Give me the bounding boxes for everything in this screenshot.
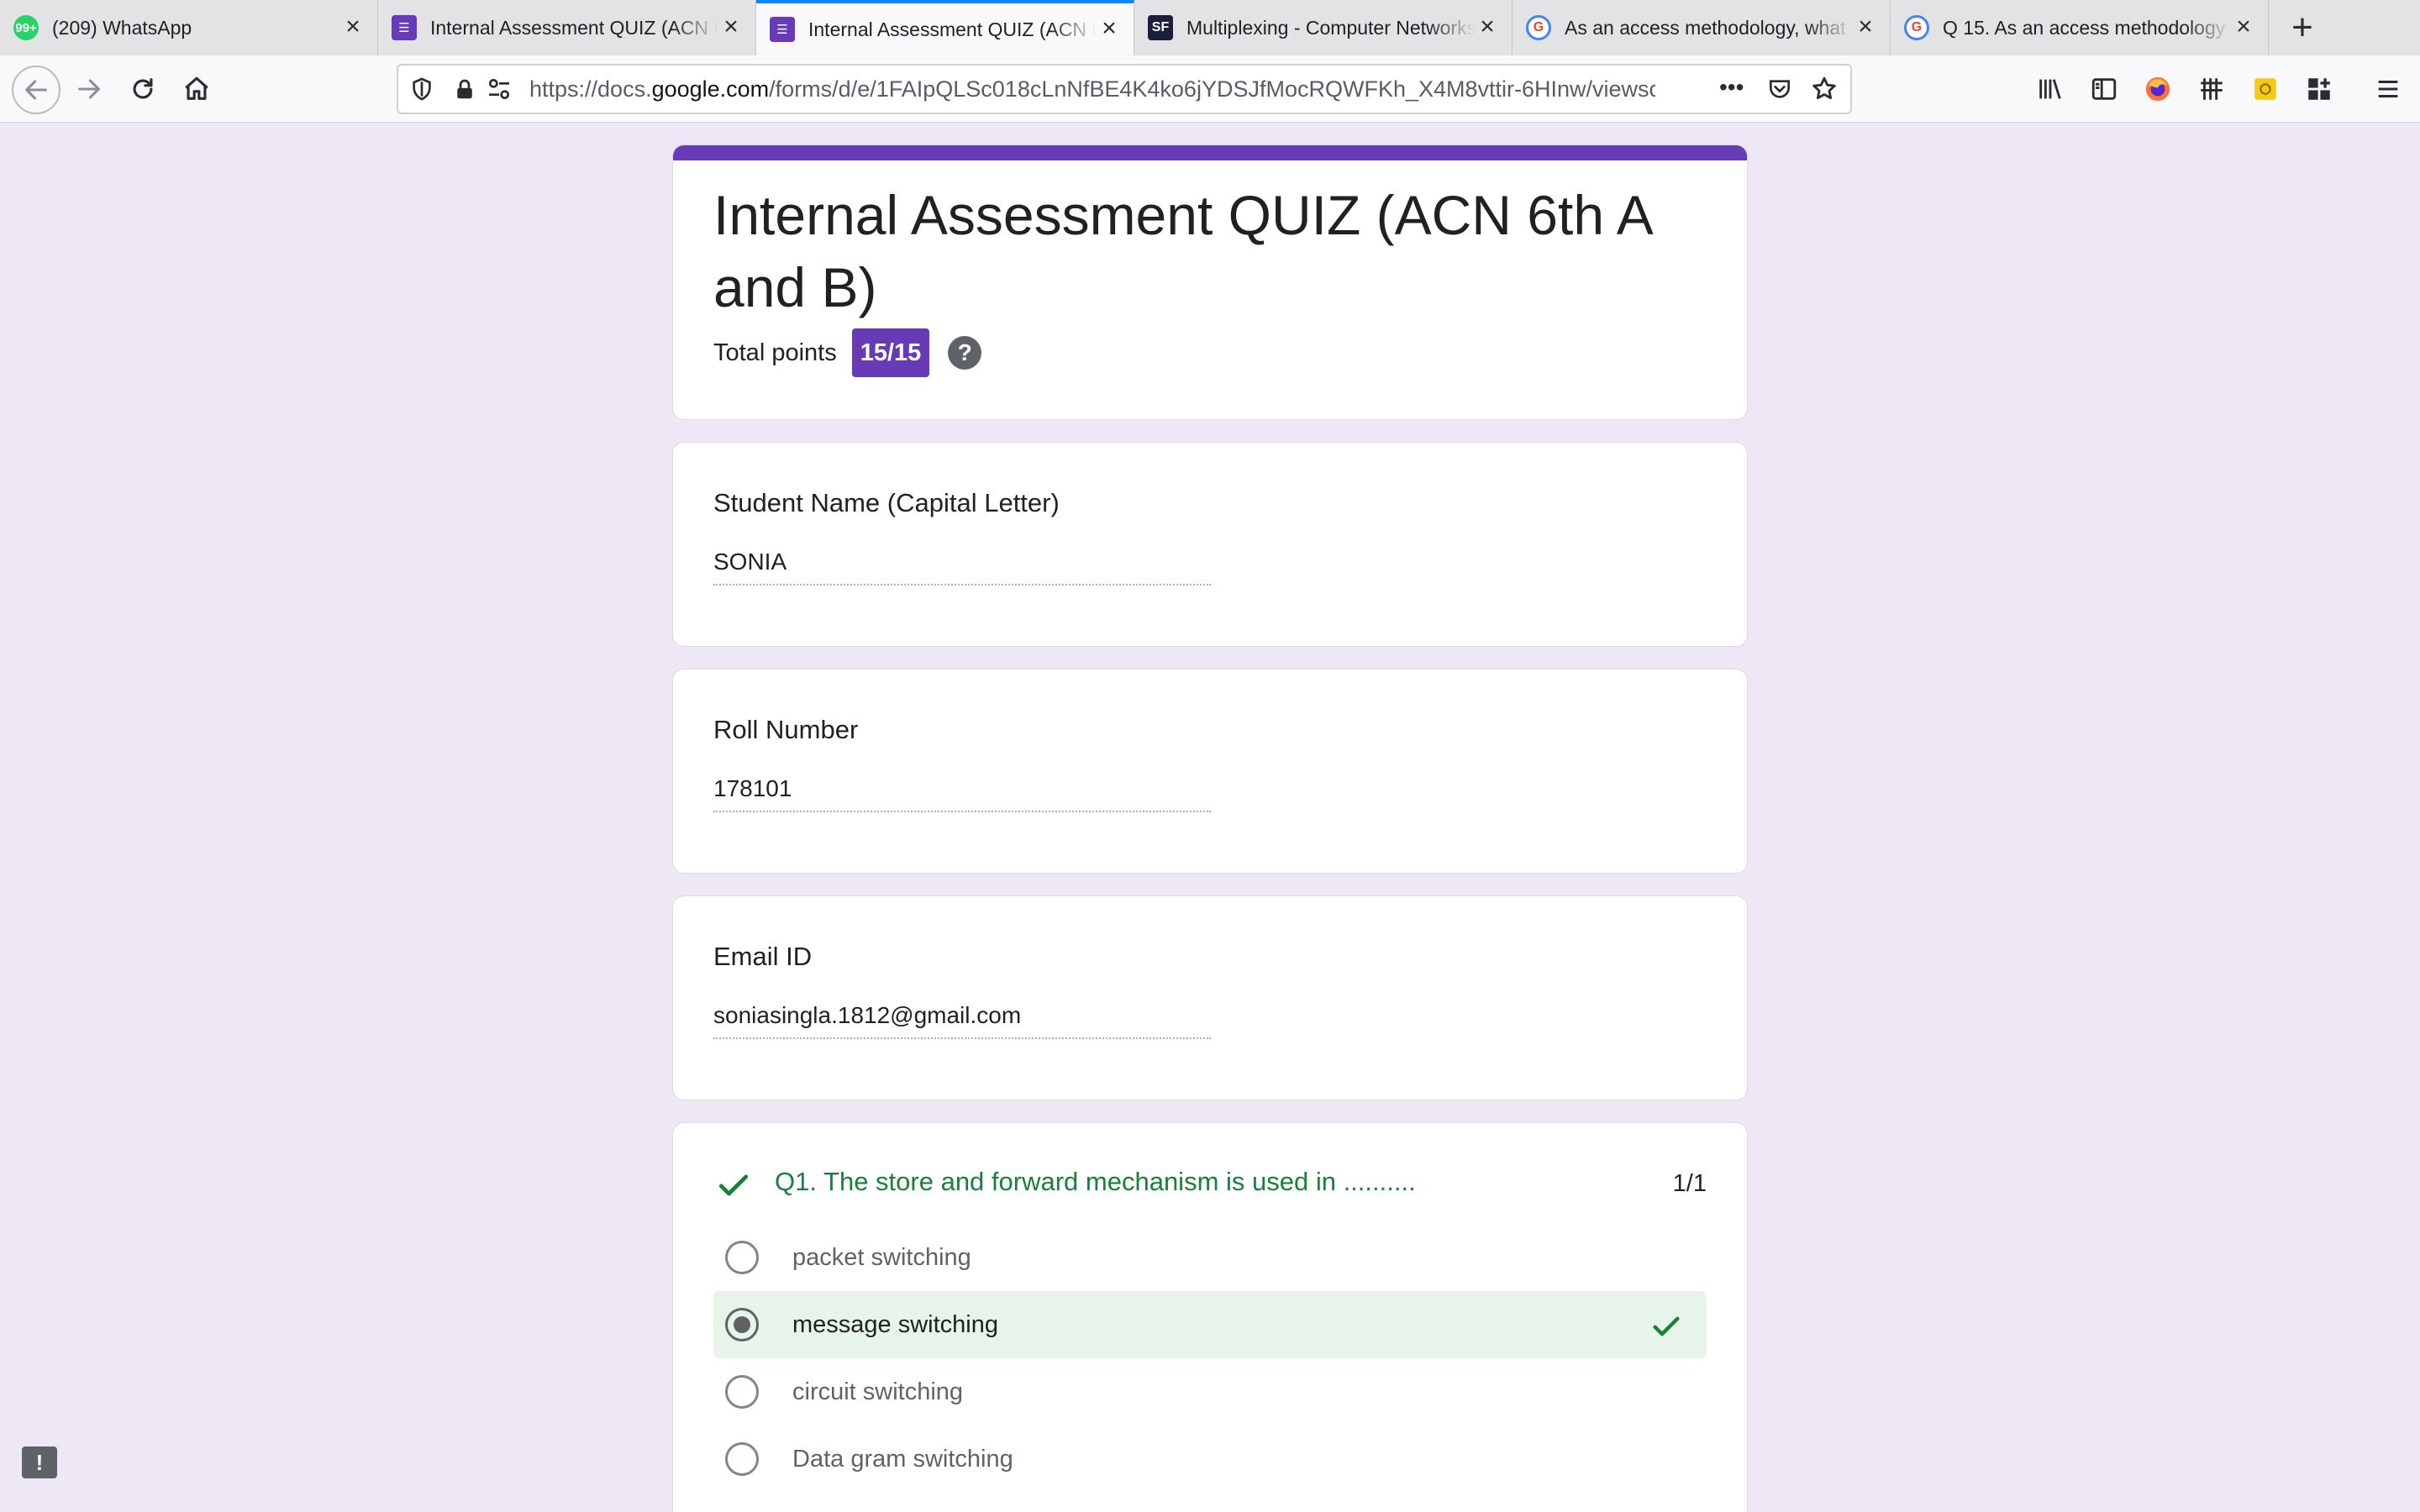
permissions-icon[interactable]: [486, 76, 513, 102]
option-label: Data gram switching: [792, 1445, 1013, 1473]
question-text: Q1. The store and forward mechanism is u…: [775, 1167, 1416, 1196]
tab-whatsapp[interactable]: 99+ (209) WhatsApp ×: [0, 0, 378, 55]
google-icon: G: [1904, 15, 1929, 40]
option-packet-switching: packet switching: [713, 1224, 1707, 1291]
total-points-row: Total points 15/15 ?: [713, 328, 982, 377]
tab-quiz-2-active[interactable]: ☰ Internal Assessment QUIZ (ACN 6th A an…: [756, 0, 1134, 55]
grid-extension-icon: [2201, 78, 2223, 100]
field-label: Email ID: [713, 942, 813, 971]
library-button[interactable]: [2028, 67, 2072, 111]
home-button[interactable]: [175, 67, 218, 111]
option-message-switching: message switching: [713, 1291, 1707, 1358]
google-forms-icon: ☰: [770, 17, 795, 42]
page-actions-button[interactable]: •••: [1719, 66, 1744, 113]
hamburger-menu-icon: [2378, 80, 2398, 98]
radio-button: [725, 1442, 759, 1476]
tab-multiplexing[interactable]: SF Multiplexing - Computer Networks ×: [1134, 0, 1512, 55]
field-label: Roll Number: [713, 715, 859, 744]
yellow-extension-icon: [2254, 78, 2276, 100]
field-label: Student Name (Capital Letter): [713, 488, 1060, 517]
lock-icon[interactable]: [452, 76, 477, 102]
shield-icon[interactable]: [408, 76, 435, 102]
email-value: soniasingla.1812@gmail.com: [713, 1002, 1211, 1039]
help-icon[interactable]: ?: [948, 336, 982, 370]
arrow-right-icon: [78, 79, 100, 99]
google-icon: G: [1526, 15, 1551, 40]
option-datagram-switching: Data gram switching: [713, 1425, 1707, 1493]
library-icon: [2039, 79, 2061, 99]
address-bar[interactable]: https://docs.google.com/forms/d/e/1FAIpQ…: [397, 64, 1852, 114]
navigation-toolbar: https://docs.google.com/forms/d/e/1FAIpQ…: [0, 55, 2420, 123]
tab-title: Internal Assessment QUIZ (ACN 6th A and …: [808, 18, 1097, 40]
radio-button: [725, 1241, 759, 1274]
reload-icon: [133, 78, 153, 99]
tab-title: Multiplexing - Computer Networks: [1186, 16, 1475, 39]
close-tab-icon[interactable]: ×: [718, 14, 744, 40]
option-circuit-switching: circuit switching: [713, 1358, 1707, 1425]
close-tab-icon[interactable]: ×: [2231, 14, 2256, 40]
tab-strip: 99+ (209) WhatsApp × ☰ Internal Assessme…: [0, 0, 2420, 55]
student-name-value: SONIA: [713, 549, 1211, 585]
url-text: https://docs.google.com/forms/d/e/1FAIpQ…: [529, 76, 1655, 102]
forward-button[interactable]: [67, 67, 111, 111]
score-badge: 15/15: [851, 328, 930, 377]
reload-button[interactable]: [121, 67, 165, 111]
arrow-left-icon: [25, 80, 47, 100]
whatsapp-icon: 99+: [13, 15, 39, 40]
new-tab-button[interactable]: +: [2269, 0, 2336, 55]
radio-button: [725, 1375, 759, 1409]
correct-answer-check-icon: [1653, 1316, 1680, 1336]
menu-button[interactable]: [2366, 67, 2410, 111]
sidebar-icon: [2091, 78, 2117, 100]
report-feedback-icon[interactable]: !: [22, 1446, 57, 1478]
tab-title: As an access methodology, what is: [1565, 16, 1853, 39]
google-forms-icon: ☰: [392, 15, 417, 40]
correct-check-icon: [718, 1174, 749, 1196]
apps-icon: [2308, 78, 2330, 100]
tab-google-search-2[interactable]: G Q 15. As an access methodology ×: [1891, 0, 2269, 55]
tab-google-search-1[interactable]: G As an access methodology, what is ×: [1512, 0, 1891, 55]
email-card: Email ID soniasingla.1812@gmail.com: [672, 895, 1748, 1100]
option-label: packet switching: [792, 1243, 971, 1271]
student-name-card: Student Name (Capital Letter) SONIA: [672, 442, 1748, 647]
extension-grid-button[interactable]: [2190, 67, 2233, 111]
total-points-label: Total points: [713, 339, 837, 366]
question-card: Q1. The store and forward mechanism is u…: [672, 1122, 1748, 1512]
pocket-icon[interactable]: [1766, 76, 1793, 102]
tab-quiz-1[interactable]: ☰ Internal Assessment QUIZ (ACN 6th A an…: [378, 0, 756, 55]
close-tab-icon[interactable]: ×: [1475, 14, 1500, 40]
form-title: Internal Assessment QUIZ (ACN 6th A and …: [713, 184, 1651, 318]
tab-title: (209) WhatsApp: [52, 16, 192, 39]
sidebar-button[interactable]: [2082, 67, 2126, 111]
extension-yellow-button[interactable]: [2244, 67, 2287, 111]
close-tab-icon[interactable]: ×: [1097, 16, 1122, 42]
option-label: message switching: [792, 1310, 998, 1338]
form-header-card: Internal Assessment QUIZ (ACN 6th A and …: [672, 144, 1748, 420]
tab-title: Internal Assessment QUIZ (ACN 6th A and …: [430, 16, 718, 39]
question-score: 1/1: [1672, 1170, 1707, 1197]
firefox-account-button[interactable]: [2136, 67, 2180, 111]
roll-number-card: Roll Number 178101: [672, 669, 1748, 874]
radio-button-selected: [725, 1308, 759, 1341]
accent-bar: [673, 145, 1747, 160]
tab-title: Q 15. As an access methodology: [1943, 16, 2226, 39]
extensions-button[interactable]: [2297, 67, 2341, 111]
studyflix-icon: SF: [1148, 15, 1173, 40]
roll-number-value: 178101: [713, 775, 1211, 812]
home-icon: [185, 76, 208, 100]
close-tab-icon[interactable]: ×: [340, 14, 366, 40]
option-label: circuit switching: [792, 1378, 964, 1405]
bookmark-star-icon[interactable]: [1810, 75, 1839, 103]
firefox-icon: [2145, 76, 2170, 102]
close-tab-icon[interactable]: ×: [1853, 14, 1878, 40]
back-button[interactable]: [12, 66, 60, 114]
